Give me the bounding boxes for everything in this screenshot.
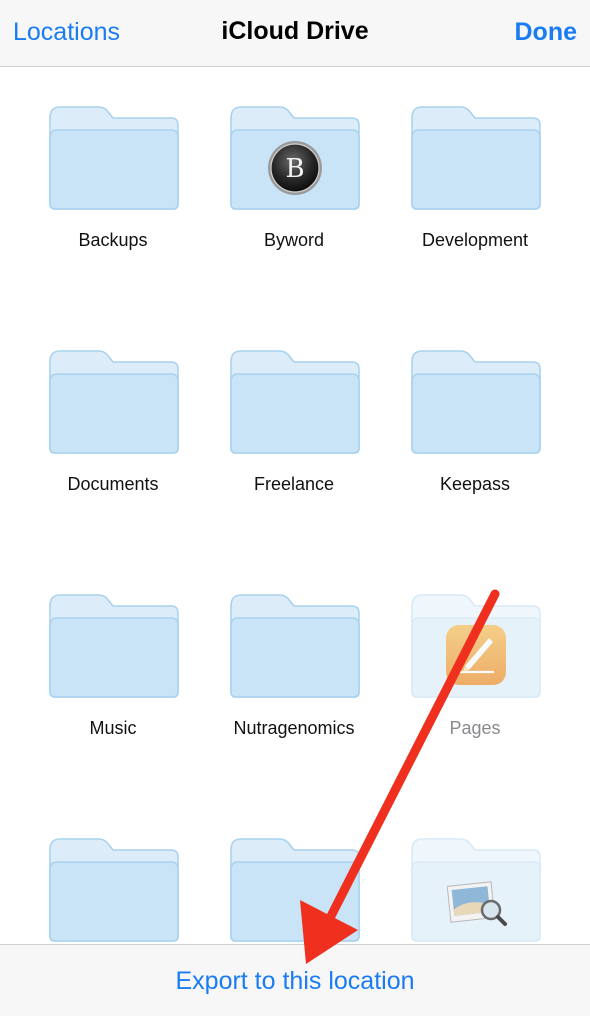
folder-item-documents[interactable]: Documents [23, 348, 203, 548]
folder-label: Byword [263, 230, 325, 250]
folder-icon [230, 838, 360, 942]
folder-icon [411, 350, 541, 454]
byword-app-icon: B [268, 141, 322, 195]
folder-icon [49, 350, 179, 454]
folder-item-freelance[interactable]: Freelance [204, 348, 384, 548]
folder-icon [49, 838, 179, 942]
folder-label: Freelance [253, 474, 335, 494]
folder-label: Backups [78, 230, 148, 250]
folder-item-development[interactable]: Development [385, 104, 565, 304]
folder-icon [230, 594, 360, 698]
folder-label: Pages [449, 718, 501, 738]
folder-item-nutragenomics[interactable]: Nutragenomics [204, 592, 384, 792]
navigation-bar: Locations iCloud Drive Done [0, 0, 590, 67]
folder-item-backups[interactable]: Backups [23, 104, 203, 304]
folder-icon [49, 594, 179, 698]
folder-item-pages: Pages [385, 592, 565, 792]
byword-badge-letter: B [285, 154, 304, 184]
folder-icon [411, 106, 541, 210]
folder-label: Keepass [439, 474, 511, 494]
preview-app-icon [447, 881, 507, 926]
folder-item-byword[interactable]: B Byword [204, 104, 384, 304]
bottom-toolbar: Export to this location [0, 944, 590, 1016]
folder-icon [49, 106, 179, 210]
folder-item-music[interactable]: Music [23, 592, 203, 792]
folder-label: Music [89, 718, 137, 738]
folder-label: Nutragenomics [233, 718, 355, 738]
page-title: iCloud Drive [221, 17, 369, 45]
folder-label: Development [421, 230, 529, 250]
done-button[interactable]: Done [515, 18, 578, 47]
file-picker-screen: Locations iCloud Drive Done Backups B By… [0, 0, 590, 1016]
folder-label: Documents [67, 474, 159, 494]
pages-app-icon [446, 625, 506, 685]
export-to-location-button[interactable]: Export to this location [0, 967, 590, 996]
folder-icon [230, 350, 360, 454]
folder-item-keepass[interactable]: Keepass [385, 348, 565, 548]
